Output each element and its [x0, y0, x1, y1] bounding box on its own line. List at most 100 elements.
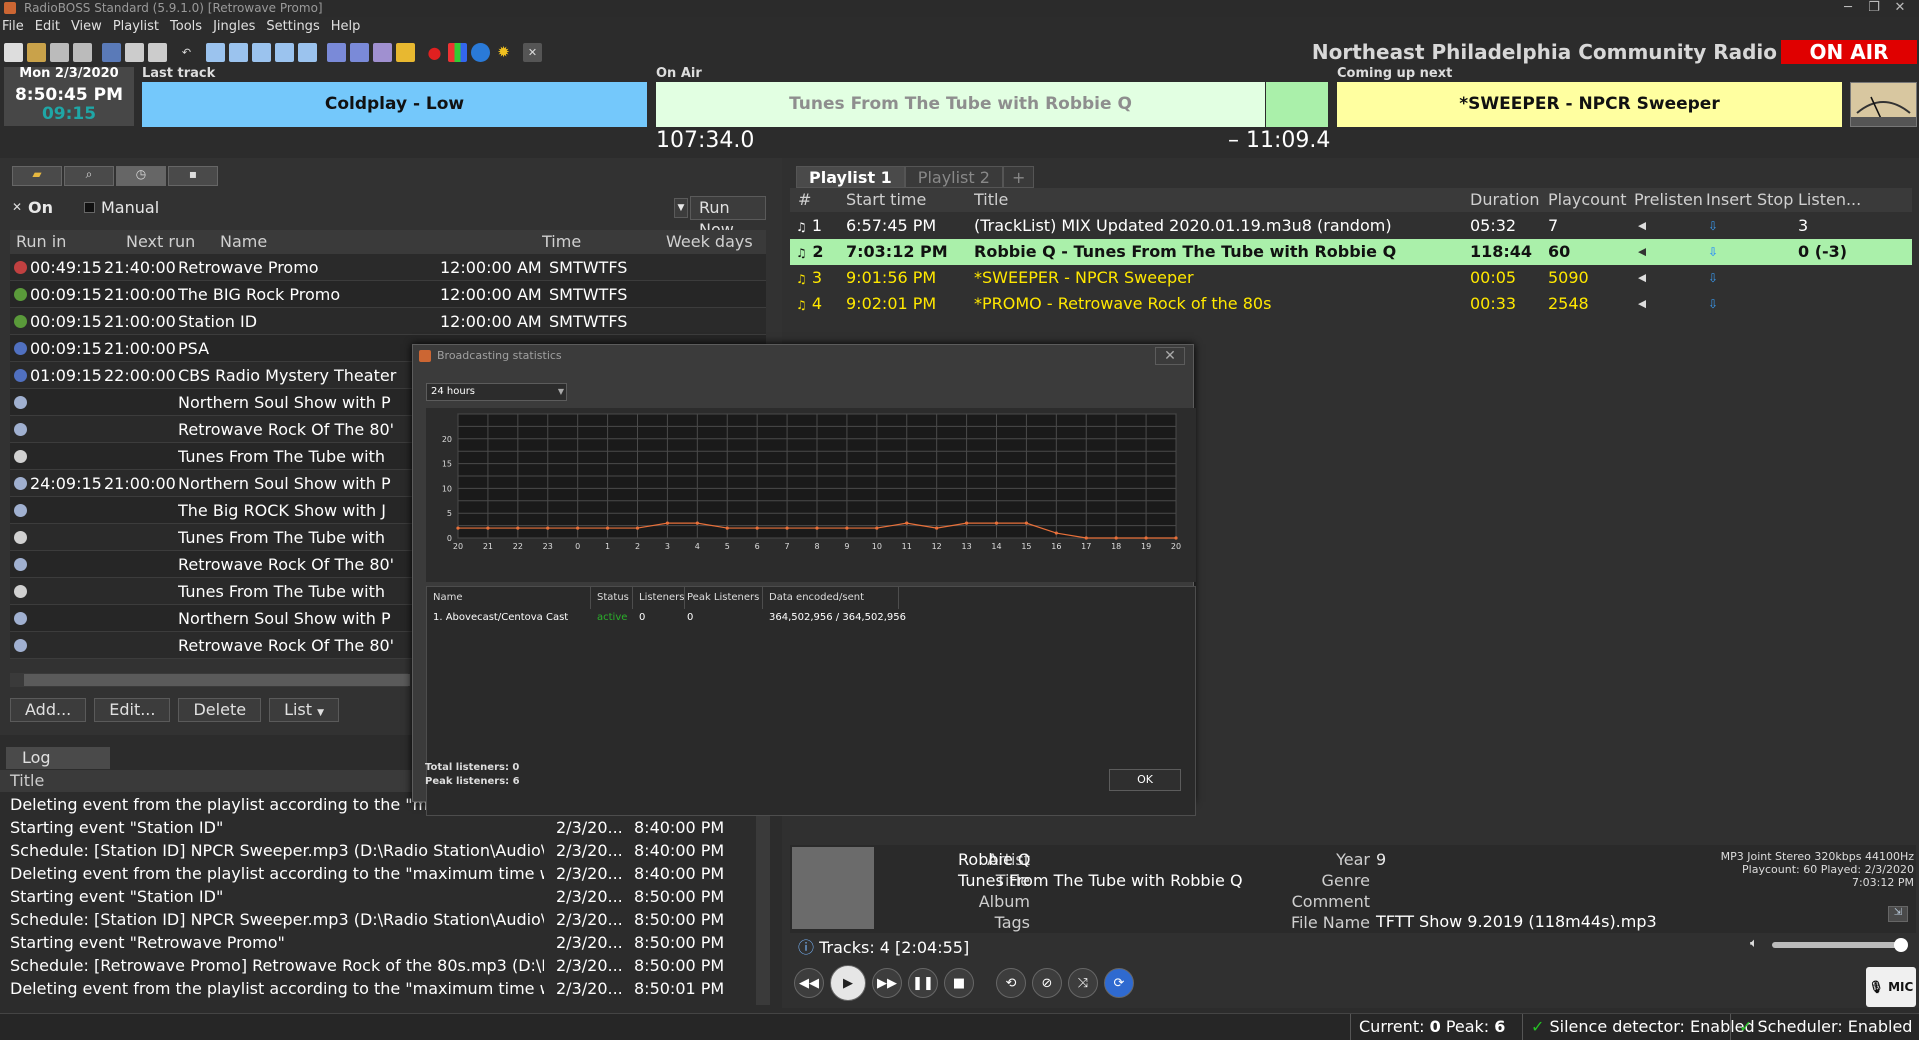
delete-event-button[interactable]: Delete — [178, 698, 262, 722]
insert-stop-icon[interactable]: ⇩ — [1708, 239, 1718, 265]
layout-2-icon[interactable] — [229, 42, 248, 62]
loop-icon[interactable]: ⟲ — [996, 968, 1026, 998]
save-as-icon[interactable] — [73, 42, 92, 62]
copy-icon[interactable] — [125, 42, 144, 62]
prelisten-icon[interactable]: ◀ — [1638, 291, 1646, 317]
scrollbar-thumb[interactable] — [24, 674, 410, 686]
shuffle-icon[interactable]: ⤨ — [1068, 968, 1098, 998]
volume-knob[interactable] — [1894, 938, 1908, 952]
log-scrollbar[interactable] — [756, 793, 770, 1005]
col-listeners[interactable]: Listen... — [1798, 188, 1861, 212]
prelisten-icon[interactable]: ◀ — [1638, 265, 1646, 291]
save-icon[interactable] — [50, 42, 69, 62]
col-peak-listeners[interactable]: Peak Listeners — [681, 587, 763, 609]
col-listeners[interactable]: Listeners — [633, 587, 685, 609]
playlist-row[interactable]: ♫ 4 9:02:01 PM *PROMO - Retrowave Rock o… — [790, 291, 1912, 317]
col-insert-stop[interactable]: Insert Stop — [1706, 188, 1793, 212]
add-playlist-icon[interactable]: + — [1002, 166, 1035, 188]
col-time[interactable]: Time — [542, 230, 581, 254]
scheduler-icon[interactable] — [373, 42, 392, 62]
jingles-icon[interactable] — [396, 42, 415, 62]
log-row[interactable]: Schedule: [Station ID] NPCR Sweeper.mp3 … — [0, 839, 770, 862]
col-name[interactable]: Name — [220, 230, 267, 254]
tools-icon[interactable]: ✕ — [523, 42, 542, 62]
list-button[interactable]: List ▼ — [269, 698, 340, 722]
block-icon[interactable]: ⊘ — [1032, 968, 1062, 998]
col-status[interactable]: Status — [591, 587, 633, 609]
scheduler-status[interactable]: ✓ Scheduler: Enabled — [1730, 1014, 1912, 1040]
tab-playlist-1[interactable]: Playlist 1 — [796, 166, 905, 188]
paste-icon[interactable] — [148, 42, 167, 62]
pause-icon[interactable]: ❚❚ — [908, 968, 938, 998]
previous-icon[interactable]: ◀◀ — [794, 968, 824, 998]
layout-3-icon[interactable] — [252, 42, 271, 62]
globe-icon[interactable] — [471, 42, 490, 62]
add-event-button[interactable]: Add... — [10, 698, 87, 722]
next-icon[interactable]: ▶▶ — [872, 968, 902, 998]
menu-view[interactable]: View — [71, 19, 102, 34]
log-row[interactable]: Starting event "Station ID" 2/3/20... 8:… — [0, 816, 770, 839]
scheduler-row[interactable]: 00:49:15 21:40:00 Retrowave Promo 12:00:… — [10, 254, 766, 281]
on-air-track-box[interactable]: Tunes From The Tube with Robbie Q — [656, 82, 1265, 127]
maximize-icon[interactable]: ❐ — [1863, 0, 1885, 16]
menu-playlist[interactable]: Playlist — [113, 19, 159, 34]
ok-button[interactable]: OK — [1109, 769, 1181, 791]
insert-stop-icon[interactable]: ⇩ — [1708, 265, 1718, 291]
tab-scheduler[interactable]: ◷ — [116, 166, 166, 186]
layout-4-icon[interactable] — [275, 42, 294, 62]
tab-log[interactable]: Log — [6, 747, 110, 769]
tab-search[interactable]: ⌕ — [64, 166, 114, 186]
prelisten-icon[interactable]: ◀ — [1638, 213, 1646, 239]
menu-edit[interactable]: Edit — [35, 19, 60, 34]
open-folder-icon[interactable] — [27, 42, 46, 62]
prelisten-icon[interactable]: ◀ — [1638, 239, 1646, 265]
menu-jingles[interactable]: Jingles — [213, 19, 255, 34]
log-row[interactable]: Schedule: [Retrowave Promo] Retrowave Ro… — [0, 954, 770, 977]
period-select[interactable]: 24 hours ▼ — [426, 383, 567, 401]
tab-playlist-2[interactable]: Playlist 2 — [904, 166, 1003, 188]
scheduler-scrollbar[interactable] — [10, 673, 410, 687]
tab-cart[interactable]: ▪ — [168, 166, 218, 186]
menu-settings[interactable]: Settings — [266, 19, 319, 34]
settings-gear-icon[interactable]: ✹ — [494, 43, 513, 62]
log-row[interactable]: Starting event "Station ID" 2/3/20... 8:… — [0, 885, 770, 908]
scheduler-row[interactable]: 00:09:15 21:00:00 Station ID 12:00:00 AM… — [10, 308, 766, 335]
log-row[interactable]: Schedule: [Station ID] NPCR Sweeper.mp3 … — [0, 908, 770, 931]
last-track-box[interactable]: Coldplay - Low — [142, 82, 647, 127]
menu-tools[interactable]: Tools — [170, 19, 202, 34]
insert-stop-icon[interactable]: ⇩ — [1708, 291, 1718, 317]
expand-info-icon[interactable]: ⇲ — [1888, 906, 1908, 922]
col-title[interactable]: Title — [974, 188, 1008, 212]
statistics-icon[interactable] — [448, 42, 467, 62]
col-run-in[interactable]: Run in — [16, 230, 66, 254]
volume-slider[interactable] — [1772, 942, 1902, 948]
insert-track-icon[interactable] — [327, 42, 346, 62]
layout-1-icon[interactable] — [206, 42, 225, 62]
col-next-run[interactable]: Next run — [126, 230, 195, 254]
playlist-row[interactable]: ♫ 3 9:01:56 PM *SWEEPER - NPCR Sweeper 0… — [790, 265, 1912, 291]
menu-file[interactable]: File — [2, 19, 24, 34]
record-icon[interactable]: ● — [425, 43, 444, 62]
scheduler-row[interactable]: 00:09:15 21:00:00 The BIG Rock Promo 12:… — [10, 281, 766, 308]
menu-help[interactable]: Help — [331, 19, 361, 34]
minimize-icon[interactable]: ─ — [1837, 0, 1859, 16]
col-playcount[interactable]: Playcount — [1548, 188, 1627, 212]
playlist-row[interactable]: ♫ 2 7:03:12 PM Robbie Q - Tunes From The… — [790, 239, 1912, 265]
undo-icon[interactable]: ↶ — [177, 43, 196, 62]
repeat-icon[interactable]: ⟳ — [1104, 968, 1134, 998]
col-prelisten[interactable]: Prelisten — [1634, 188, 1703, 212]
insert-stop-icon[interactable] — [350, 42, 369, 62]
stop-icon[interactable]: ■ — [944, 968, 974, 998]
close-icon[interactable]: ✕ — [1155, 347, 1185, 365]
manual-checkbox[interactable] — [84, 202, 95, 213]
new-file-icon[interactable] — [4, 42, 23, 62]
edit-event-button[interactable]: Edit... — [94, 698, 171, 722]
col-week-days[interactable]: Week days — [666, 230, 753, 254]
layout-5-icon[interactable] — [298, 42, 317, 62]
run-now-button[interactable]: Run Now — [690, 196, 766, 239]
cut-icon[interactable] — [102, 42, 121, 62]
tab-files[interactable]: ▰ — [12, 166, 62, 186]
insert-stop-icon[interactable]: ⇩ — [1708, 213, 1718, 239]
log-row[interactable]: Starting event "Retrowave Promo" 2/3/20.… — [0, 931, 770, 954]
col-duration[interactable]: Duration — [1470, 188, 1540, 212]
